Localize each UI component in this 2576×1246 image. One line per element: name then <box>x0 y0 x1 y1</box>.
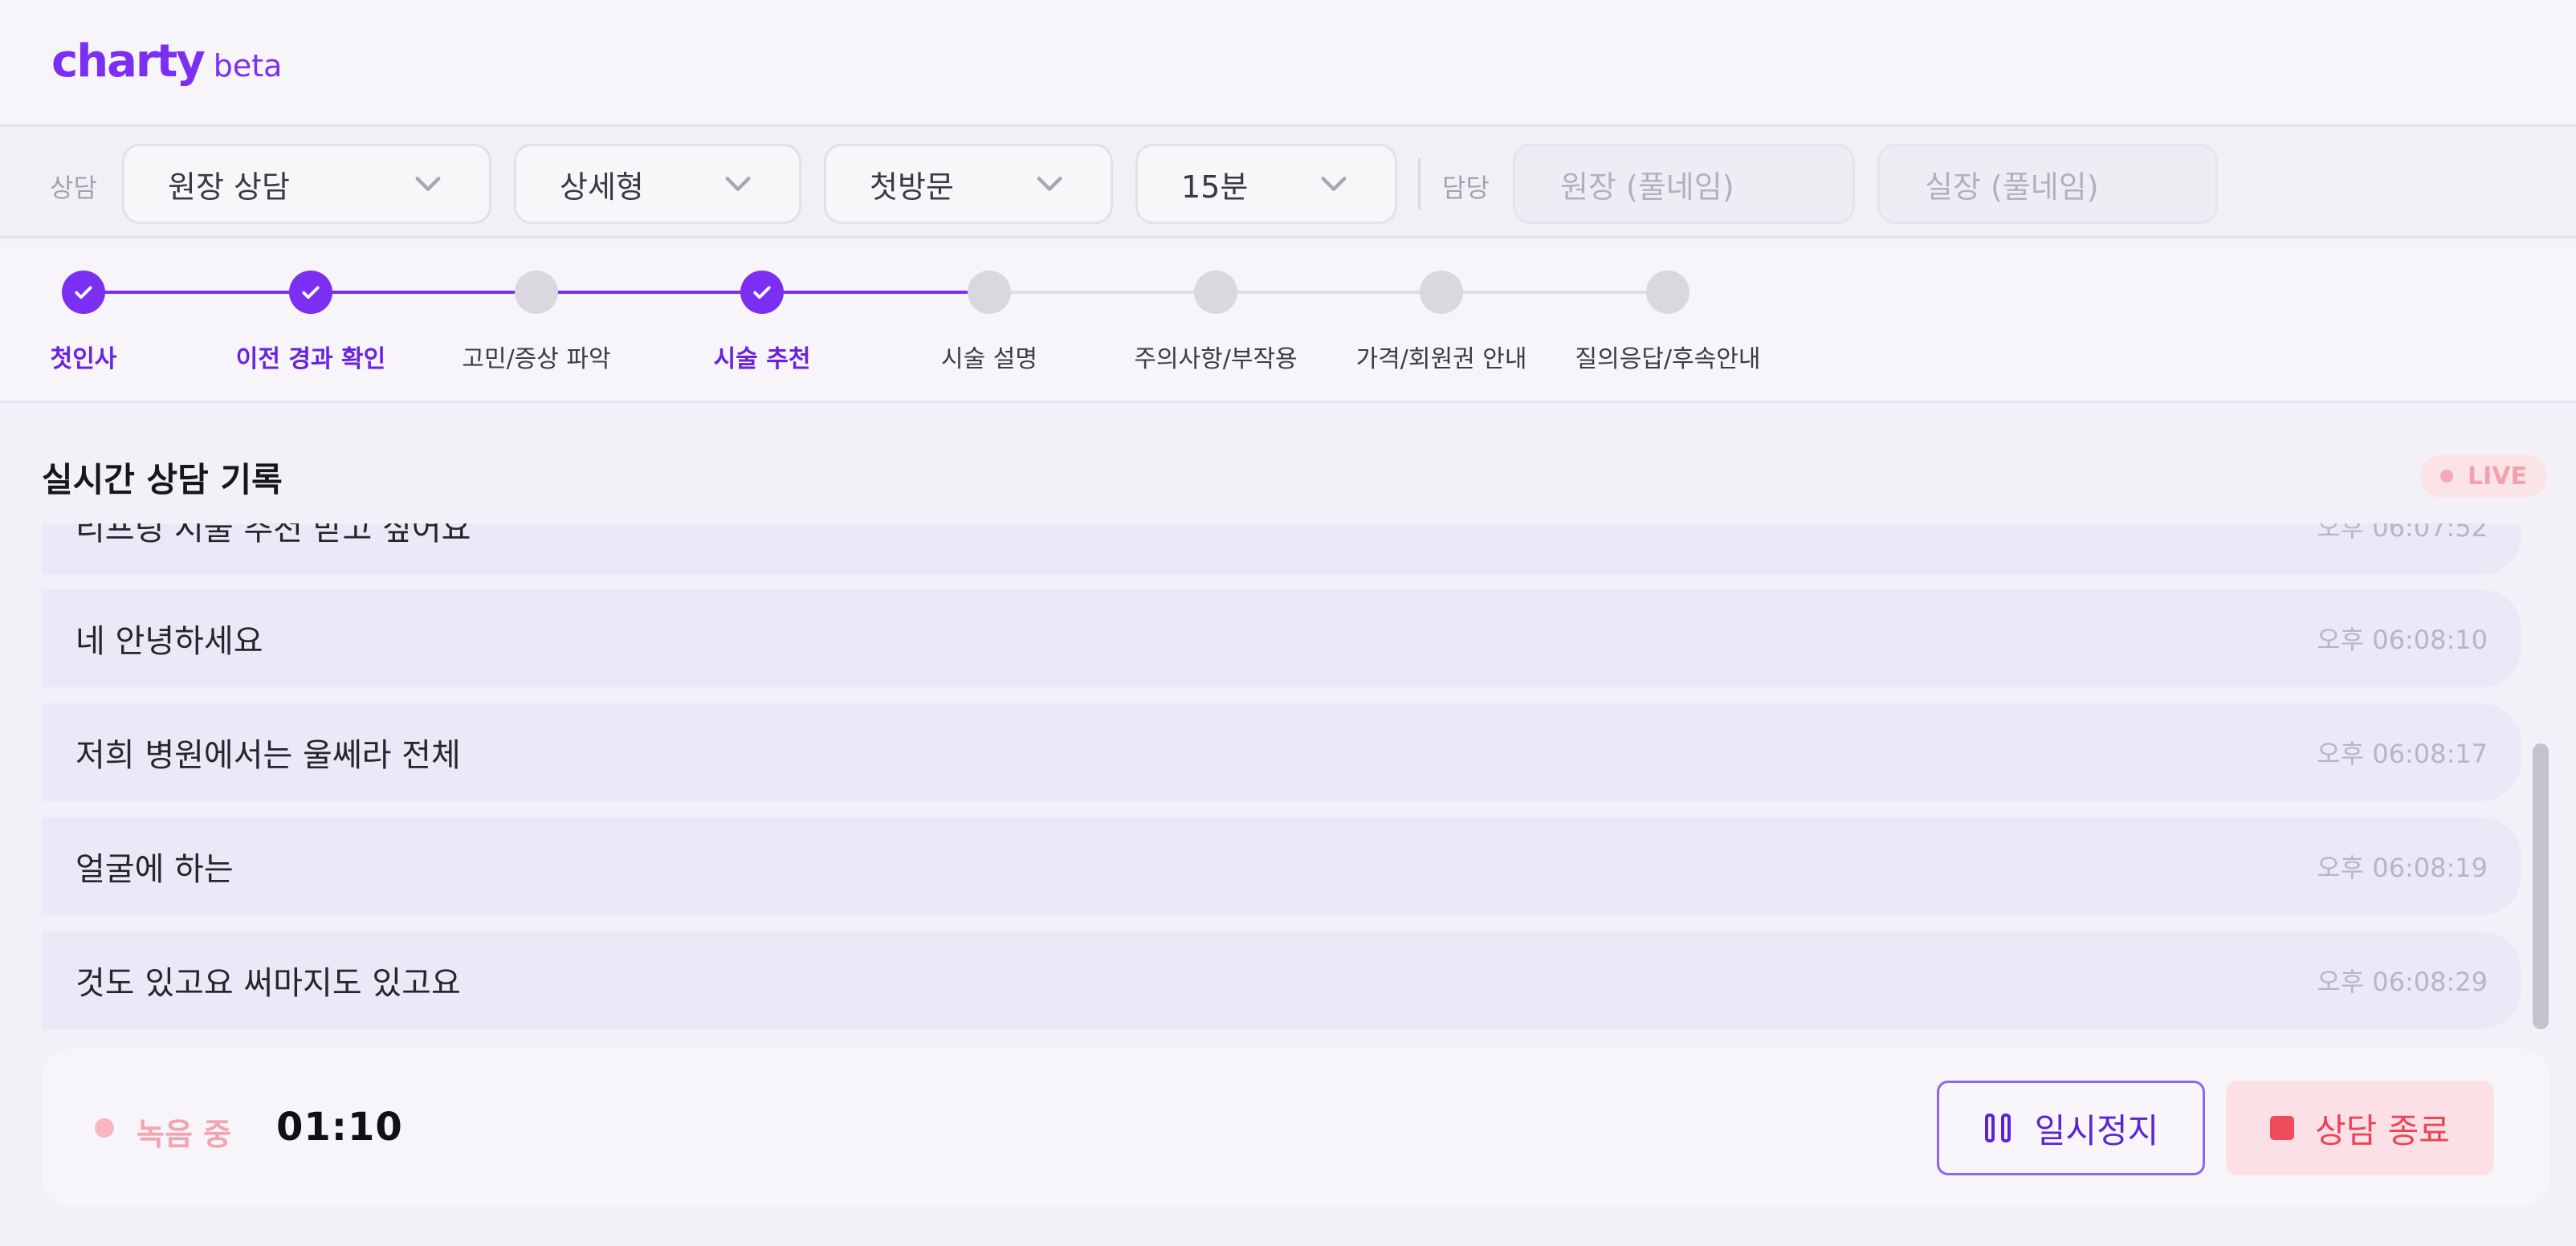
chevron-down-icon <box>415 177 441 191</box>
header: charty beta <box>0 0 2576 127</box>
step-7-label: 가격/회원권 안내 <box>1355 345 1527 373</box>
pause-button-label: 일시정지 <box>2034 1110 2159 1150</box>
transcript-message: 리프팅 시술 추천 받고 싶어요 오후 06:07:52 <box>42 523 2521 575</box>
check-icon <box>753 286 771 299</box>
transcript-title: 실시간 상담 기록 <box>42 460 283 499</box>
chevron-down-icon <box>1321 177 1347 191</box>
live-label: LIVE <box>2468 462 2527 491</box>
step-1-label: 첫인사 <box>50 345 117 373</box>
message-time: 오후 06:08:17 <box>2317 739 2488 769</box>
step-8-dot[interactable] <box>1646 271 1689 314</box>
charty-logo[interactable]: charty beta <box>51 35 282 88</box>
step-5-label: 시술 설명 <box>941 345 1037 373</box>
dropdown-value: 15분 <box>1181 169 1249 205</box>
end-consult-button-label: 상담 종료 <box>2315 1110 2450 1150</box>
progress-line-pending <box>970 291 1665 294</box>
filter-divider <box>1418 158 1420 210</box>
stop-icon <box>2270 1116 2295 1140</box>
consult-type-dropdown[interactable]: 원장 상담 <box>122 144 491 224</box>
live-dot-icon <box>2440 470 2453 483</box>
staff-value: 원장 (풀네임) <box>1560 169 1734 205</box>
app-root: charty beta 상담 원장 상담 상세형 첫방문 15분 담당 원장 (… <box>0 0 2576 1246</box>
transcript-scrollbar[interactable] <box>2533 743 2549 1029</box>
dropdown-value: 첫방문 <box>870 169 954 205</box>
step-4-dot[interactable] <box>740 271 784 314</box>
transcript-message: 얼굴에 하는 오후 06:08:19 <box>42 817 2521 915</box>
message-text: 네 안녕하세요 <box>75 623 263 660</box>
step-1-dot[interactable] <box>62 271 105 314</box>
staff-value: 실장 (풀네임) <box>1925 169 2099 205</box>
recording-timer: 01:10 <box>276 1105 403 1150</box>
chevron-down-icon <box>1037 177 1062 191</box>
message-text: 얼굴에 하는 <box>75 851 234 888</box>
staff-label: 담당 <box>1442 173 1490 203</box>
message-time: 오후 06:08:19 <box>2317 853 2488 883</box>
message-time: 오후 06:08:10 <box>2317 625 2488 655</box>
step-2-dot[interactable] <box>289 271 332 314</box>
step-8-label: 질의응답/후속안내 <box>1575 345 1761 373</box>
step-7-dot[interactable] <box>1420 271 1463 314</box>
consult-progress-steps: 첫인사 이전 경과 확인 고민/증상 파악 시술 추천 시술 설명 주의사항/부… <box>0 241 2576 403</box>
visit-type-dropdown[interactable]: 첫방문 <box>824 144 1113 224</box>
live-badge: LIVE <box>2420 454 2547 498</box>
message-time: 오후 06:08:29 <box>2317 967 2488 997</box>
dropdown-value: 상세형 <box>560 169 644 205</box>
recording-bar: 녹음 중 01:10 일시정지 상담 종료 <box>42 1049 2550 1206</box>
end-consult-button[interactable]: 상담 종료 <box>2226 1081 2494 1175</box>
message-text: 리프팅 시술 추천 받고 싶어요 <box>75 523 471 548</box>
dropdown-value: 원장 상담 <box>168 169 290 205</box>
step-2-label: 이전 경과 확인 <box>235 345 386 373</box>
message-text: 것도 있고요 써마지도 있고요 <box>75 965 461 1002</box>
check-icon <box>75 286 92 299</box>
recording-dot-icon <box>95 1118 114 1138</box>
transcript-message: 것도 있고요 써마지도 있고요 오후 06:08:29 <box>42 931 2521 1029</box>
consult-label: 상담 <box>50 173 97 203</box>
consult-filter-bar: 상담 원장 상담 상세형 첫방문 15분 담당 원장 (풀네임) 실장 (풀네임… <box>0 129 2576 238</box>
message-text: 저희 병원에서는 울쎄라 전체 <box>75 737 461 774</box>
step-4-label: 시술 추천 <box>713 345 811 373</box>
transcript-message: 저희 병원에서는 울쎄라 전체 오후 06:08:17 <box>42 703 2521 801</box>
step-5-dot[interactable] <box>968 271 1011 314</box>
transcript-message: 네 안녕하세요 오후 06:08:10 <box>42 589 2521 687</box>
logo-beta-badge: beta <box>213 48 283 83</box>
check-icon <box>302 286 320 299</box>
logo-name: charty <box>51 35 206 88</box>
consult-format-dropdown[interactable]: 상세형 <box>514 144 801 224</box>
step-6-dot[interactable] <box>1194 271 1237 314</box>
message-time: 오후 06:07:52 <box>2317 523 2488 543</box>
duration-dropdown[interactable]: 15분 <box>1135 144 1397 224</box>
transcript-list[interactable]: 리프팅 시술 추천 받고 싶어요 오후 06:07:52 네 안녕하세요 오후 … <box>42 523 2523 1029</box>
chevron-down-icon <box>725 177 751 191</box>
pause-button[interactable]: 일시정지 <box>1937 1081 2205 1175</box>
step-6-label: 주의사항/부작용 <box>1134 345 1298 373</box>
step-3-label: 고민/증상 파악 <box>462 345 611 373</box>
recording-status: 녹음 중 <box>137 1117 232 1152</box>
manager-field[interactable]: 실장 (풀네임) <box>1877 144 2218 224</box>
director-field[interactable]: 원장 (풀네임) <box>1513 144 1855 224</box>
step-3-dot[interactable] <box>515 271 558 314</box>
pause-icon <box>1984 1114 2011 1142</box>
